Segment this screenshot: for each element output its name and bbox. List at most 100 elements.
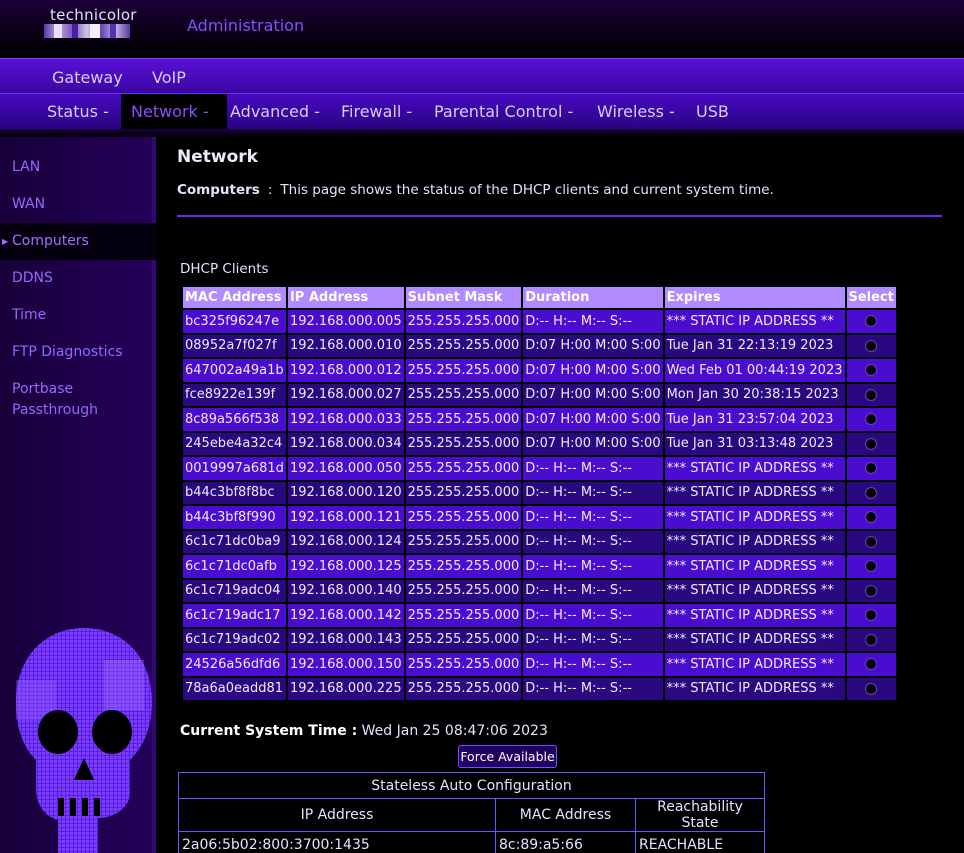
sidebar-item-time[interactable]: Time (0, 305, 156, 326)
cell-select (846, 628, 896, 651)
cell-expires: *** STATIC IP ADDRESS ** (664, 481, 845, 504)
brand-logo-mark (44, 24, 130, 38)
cell-mac: 78a6a0eadd81 (183, 677, 286, 700)
radio-button-icon[interactable] (865, 364, 878, 377)
tab-advanced[interactable]: Advanced - (220, 94, 330, 130)
cell-select (846, 334, 896, 357)
sidebar-item-computers[interactable]: ▶ Computers (0, 223, 156, 260)
cell-expires: *** STATIC IP ADDRESS ** (664, 530, 845, 553)
cell-ip: 192.168.000.140 (287, 579, 404, 602)
column-header-mac: MAC Address (495, 798, 636, 832)
cell-select (846, 677, 896, 700)
cell-select (846, 432, 896, 455)
cell-select (846, 506, 896, 529)
tab-status[interactable]: Status - (37, 94, 119, 130)
cell-subnet: 255.255.255.000 (405, 334, 522, 357)
sidebar-item-ftp-diagnostics[interactable]: FTP Diagnostics (0, 342, 156, 363)
tab-network[interactable]: Network - (121, 94, 227, 130)
radio-button-icon[interactable] (865, 437, 878, 450)
table-row: 245ebe4a32c4 192.168.000.034 255.255.255.0… (183, 432, 896, 455)
page-description: Computers: This page shows the status of … (177, 182, 774, 198)
radio-button-icon[interactable] (865, 682, 878, 695)
nav-shadow (0, 129, 964, 137)
cell-duration: D:07 H:00 M:00 S:00 (523, 408, 663, 431)
sidebar-item-portbase-passthrough[interactable]: Portbase Passthrough (0, 379, 120, 421)
cell-mac: b44c3bf8f990 (183, 506, 286, 529)
nav-voip[interactable]: VoIP (152, 68, 186, 87)
primary-nav: Gateway VoIP (0, 58, 964, 93)
radio-button-icon[interactable] (865, 339, 878, 352)
table-row: 647002a49a1b 192.168.000.012 255.255.255.0… (183, 359, 896, 382)
cell-expires: *** STATIC IP ADDRESS ** (664, 604, 845, 627)
column-header-duration: Duration (523, 287, 663, 308)
cell-duration: D:-- H:-- M:-- S:-- (523, 604, 663, 627)
cell-select (846, 604, 896, 627)
radio-button-icon[interactable] (865, 388, 878, 401)
section-separator: : (267, 182, 273, 198)
slaac-mac: 8c:89:a5:66 (495, 831, 636, 853)
column-header-mac: MAC Address (183, 287, 286, 308)
radio-button-icon[interactable] (865, 413, 878, 426)
cell-expires: Wed Feb 01 00:44:19 2023 (664, 359, 845, 382)
cell-subnet: 255.255.255.000 (405, 604, 522, 627)
table-row: 78a6a0eadd81 192.168.000.225 255.255.255.0… (183, 677, 896, 700)
tab-usb[interactable]: USB (686, 94, 739, 130)
slaac-caption: Stateless Auto Configuration (178, 772, 765, 799)
radio-button-icon[interactable] (865, 315, 878, 328)
table-row: b44c3bf8f990 192.168.000.121 255.255.255.0… (183, 506, 896, 529)
cell-duration: D:-- H:-- M:-- S:-- (523, 310, 663, 333)
cell-mac: 6c1c719adc02 (183, 628, 286, 651)
top-header: technicolor Administration (0, 0, 964, 58)
table-caption-row: Stateless Auto Configuration (178, 772, 765, 799)
cell-select (846, 555, 896, 578)
radio-button-icon[interactable] (865, 658, 878, 671)
column-header-expires: Expires (664, 287, 845, 308)
radio-button-icon[interactable] (865, 511, 878, 524)
cell-mac: 245ebe4a32c4 (183, 432, 286, 455)
radio-button-icon[interactable] (865, 462, 878, 475)
force-available-button[interactable]: Force Available (458, 745, 557, 768)
caret-right-icon: ▶ (2, 237, 9, 246)
sidebar-item-lan[interactable]: LAN (0, 157, 156, 178)
cell-expires: *** STATIC IP ADDRESS ** (664, 628, 845, 651)
cell-duration: D:07 H:00 M:00 S:00 (523, 383, 663, 406)
radio-button-icon[interactable] (865, 609, 878, 622)
cell-select (846, 481, 896, 504)
radio-button-icon[interactable] (865, 486, 878, 499)
cell-ip: 192.168.000.121 (287, 506, 404, 529)
cell-select (846, 359, 896, 382)
cell-expires: *** STATIC IP ADDRESS ** (664, 310, 845, 333)
cell-duration: D:-- H:-- M:-- S:-- (523, 653, 663, 676)
radio-button-icon[interactable] (865, 584, 878, 597)
sidebar-item-wan[interactable]: WAN (0, 194, 156, 215)
radio-button-icon[interactable] (865, 535, 878, 548)
divider (177, 215, 942, 217)
brand-logo-text: technicolor (50, 6, 137, 24)
tab-firewall[interactable]: Firewall - (331, 94, 422, 130)
cell-ip: 192.168.000.225 (287, 677, 404, 700)
table-row: 6c1c719adc04 192.168.000.140 255.255.255.0… (183, 579, 896, 602)
table-header-row: MAC Address IP Address Subnet Mask Durat… (183, 287, 896, 308)
cell-duration: D:-- H:-- M:-- S:-- (523, 677, 663, 700)
cell-subnet: 255.255.255.000 (405, 653, 522, 676)
table-row: 6c1c71dc0afb 192.168.000.125 255.255.255.0… (183, 555, 896, 578)
cell-subnet: 255.255.255.000 (405, 481, 522, 504)
radio-button-icon[interactable] (865, 633, 878, 646)
cell-expires: Tue Jan 31 22:13:19 2023 (664, 334, 845, 357)
table-row: 2a06:5b02:800:3700:1435 8c:89:a5:66 REAC… (178, 831, 765, 853)
cell-ip: 192.168.000.120 (287, 481, 404, 504)
cell-mac: 6c1c71dc0ba9 (183, 530, 286, 553)
tab-parental-control[interactable]: Parental Control - (424, 94, 583, 130)
cell-mac: 08952a7f027f (183, 334, 286, 357)
sidebar-item-ddns[interactable]: DDNS (0, 268, 156, 289)
radio-button-icon[interactable] (865, 560, 878, 573)
cell-select (846, 530, 896, 553)
cell-mac: 647002a49a1b (183, 359, 286, 382)
cell-expires: Mon Jan 30 20:38:15 2023 (664, 383, 845, 406)
cell-ip: 192.168.000.150 (287, 653, 404, 676)
table-row: fce8922e139f 192.168.000.027 255.255.255.0… (183, 383, 896, 406)
nav-gateway[interactable]: Gateway (52, 68, 123, 87)
tab-wireless[interactable]: Wireless - (587, 94, 685, 130)
cell-expires: *** STATIC IP ADDRESS ** (664, 555, 845, 578)
column-header-select: Select (846, 287, 896, 308)
